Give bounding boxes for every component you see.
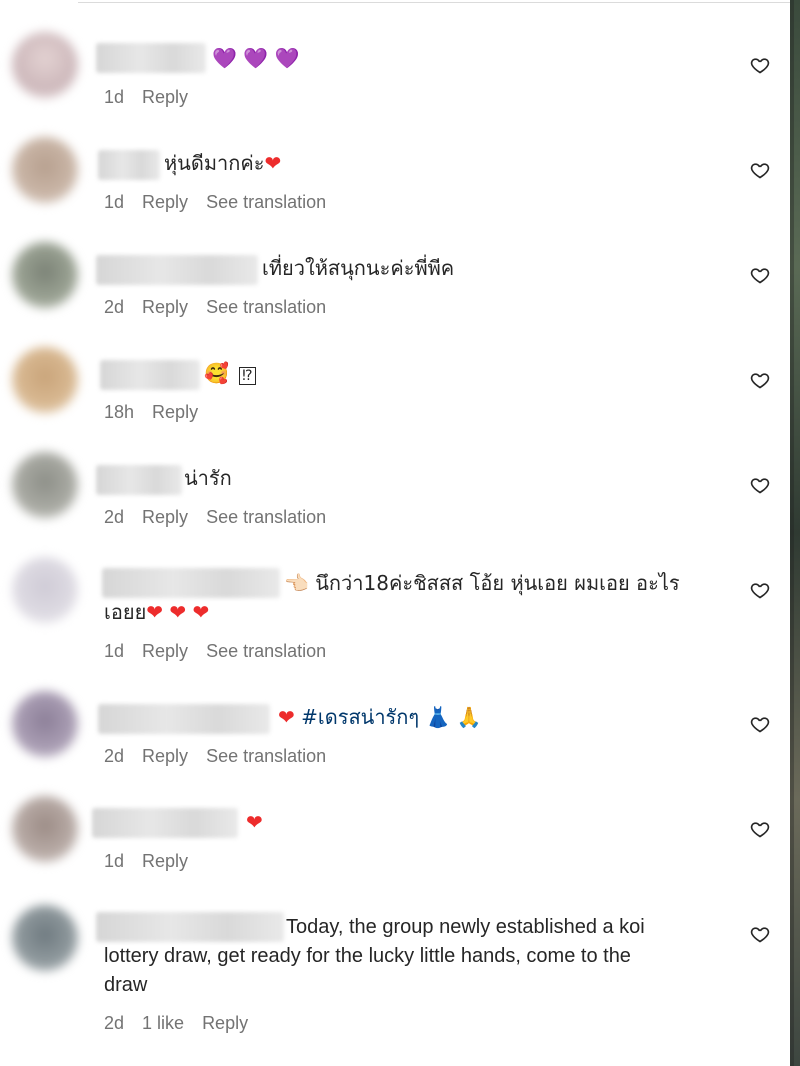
- see-translation-link[interactable]: See translation: [206, 295, 326, 319]
- username[interactable]: [96, 255, 258, 285]
- avatar[interactable]: [12, 452, 78, 518]
- reply-button[interactable]: Reply: [142, 744, 188, 768]
- username[interactable]: [96, 465, 182, 495]
- comment-time[interactable]: 2d: [104, 744, 124, 768]
- avatar[interactable]: [12, 557, 78, 623]
- comment-text: 👈🏻 นึกว่า18ค่ะชิสสส โอ้ย หุ่นเอย ผมเอย อ…: [284, 571, 680, 595]
- reply-button[interactable]: Reply: [142, 505, 188, 529]
- see-translation-link[interactable]: See translation: [206, 505, 326, 529]
- hashtag-link[interactable]: #เดรสน่ารักๆ: [301, 705, 419, 729]
- unknown-glyph: ⁉: [239, 367, 256, 385]
- reply-button[interactable]: Reply: [142, 85, 188, 109]
- comment-meta: 2d Reply See translation: [104, 295, 344, 319]
- comment-text: เที่ยวให้สนุกนะค่ะพี่พีค: [262, 256, 455, 280]
- comment-meta: 2d Reply See translation: [104, 505, 344, 529]
- reply-button[interactable]: Reply: [142, 849, 188, 873]
- heart-outline-icon[interactable]: [750, 265, 770, 285]
- username[interactable]: [96, 912, 284, 942]
- username[interactable]: [98, 150, 160, 180]
- avatar[interactable]: [12, 905, 78, 971]
- comment-time[interactable]: 1d: [104, 849, 124, 873]
- comment-text: น่ารัก: [184, 466, 232, 490]
- heart-outline-icon[interactable]: [750, 475, 770, 495]
- username[interactable]: [92, 808, 238, 838]
- see-translation-link[interactable]: See translation: [206, 744, 326, 768]
- comment-text: ❤: [246, 807, 263, 837]
- comment-text-continued: draw: [104, 974, 148, 996]
- see-translation-link[interactable]: See translation: [206, 639, 326, 663]
- reply-button[interactable]: Reply: [142, 295, 188, 319]
- background-image-edge: [790, 0, 800, 1066]
- comment-time[interactable]: 1d: [104, 190, 124, 214]
- heart-outline-icon[interactable]: [750, 819, 770, 839]
- comment-text-continued: เอยย❤ ❤ ❤: [104, 600, 210, 624]
- comment-text: หุ่นดีมากค่ะ❤: [164, 151, 282, 175]
- comment-meta: 1d Reply: [104, 849, 206, 873]
- red-heart-emoji: ❤: [246, 810, 263, 834]
- comment-time[interactable]: 1d: [104, 639, 124, 663]
- comment-time[interactable]: 2d: [104, 295, 124, 319]
- username[interactable]: [100, 360, 200, 390]
- comment-time[interactable]: 2d: [104, 1011, 124, 1035]
- comment-text: 💜 💜 💜: [212, 43, 299, 73]
- dress-pray-emoji: 👗 🙏: [425, 705, 482, 729]
- avatar[interactable]: [12, 242, 78, 308]
- username[interactable]: [98, 704, 270, 734]
- heart-outline-icon[interactable]: [750, 160, 770, 180]
- comment-meta: 1d Reply See translation: [104, 190, 344, 214]
- comment-meta: 2d Reply See translation: [104, 744, 344, 768]
- reply-button[interactable]: Reply: [142, 190, 188, 214]
- reply-button[interactable]: Reply: [142, 639, 188, 663]
- see-translation-link[interactable]: See translation: [206, 190, 326, 214]
- smiling-hearts-emoji: 🥰: [204, 361, 229, 385]
- comment-meta: 1d Reply See translation: [104, 639, 344, 663]
- red-hearts-emoji: ❤ ❤ ❤: [146, 600, 210, 624]
- heart-outline-icon[interactable]: [750, 924, 770, 944]
- reply-button[interactable]: Reply: [202, 1011, 248, 1035]
- heart-outline-icon[interactable]: [750, 580, 770, 600]
- username[interactable]: [102, 568, 280, 598]
- comment-text: Today, the group newly established a koi: [286, 916, 645, 938]
- username[interactable]: [96, 43, 206, 73]
- avatar[interactable]: [12, 32, 78, 98]
- heart-outline-icon[interactable]: [750, 55, 770, 75]
- comment-meta: 2d 1 like Reply: [104, 1011, 266, 1035]
- comment-text: 🥰 ⁉: [204, 358, 256, 391]
- likes-count[interactable]: 1 like: [142, 1011, 184, 1035]
- heart-outline-icon[interactable]: [750, 370, 770, 390]
- comment-time[interactable]: 2d: [104, 505, 124, 529]
- avatar[interactable]: [12, 137, 78, 203]
- avatar[interactable]: [12, 796, 78, 862]
- purple-hearts-emoji: 💜 💜 💜: [212, 46, 300, 70]
- avatar[interactable]: [12, 347, 78, 413]
- red-heart-emoji: ❤: [278, 705, 295, 729]
- comment-text-continued: lottery draw, get ready for the lucky li…: [104, 945, 631, 967]
- comment-time[interactable]: 18h: [104, 400, 134, 424]
- comment-text: ❤ #เดรสน่ารักๆ 👗 🙏: [278, 702, 482, 732]
- comment-meta: 18h Reply: [104, 400, 216, 424]
- comment-meta: 1d Reply: [104, 85, 206, 109]
- top-divider: [78, 2, 790, 3]
- red-heart-emoji: ❤: [264, 151, 282, 175]
- comment-time[interactable]: 1d: [104, 85, 124, 109]
- avatar[interactable]: [12, 691, 78, 757]
- heart-outline-icon[interactable]: [750, 714, 770, 734]
- reply-button[interactable]: Reply: [152, 400, 198, 424]
